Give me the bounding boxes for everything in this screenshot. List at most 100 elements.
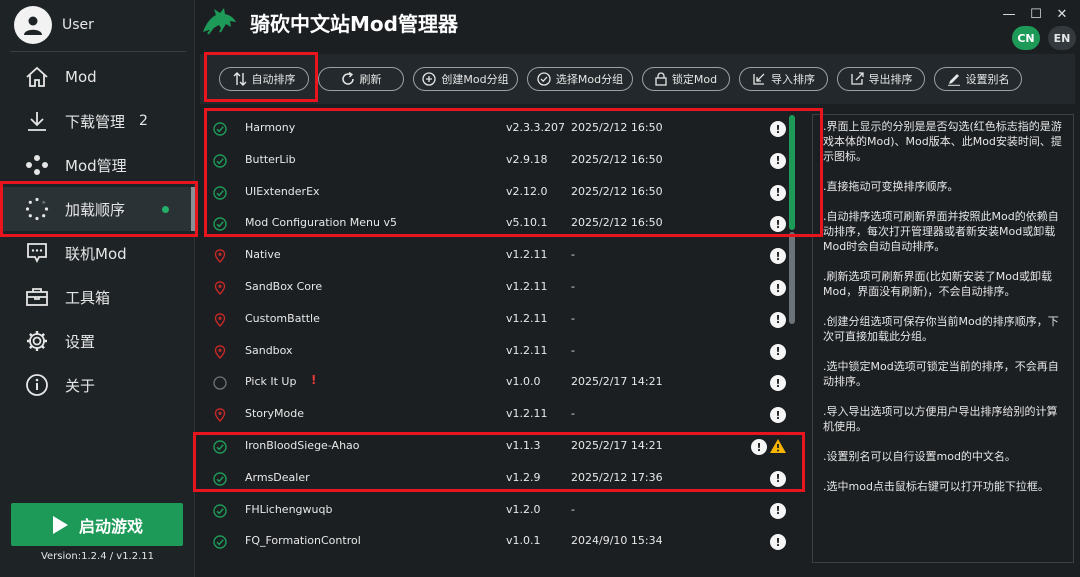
- mod-row[interactable]: Pick It Up! v1.0.0 2025/2/17 14:21!: [207, 367, 803, 399]
- mod-install-date: 2025/2/12 16:50: [571, 152, 663, 166]
- info-icon[interactable]: !: [770, 534, 786, 551]
- warning-icon[interactable]: [769, 438, 787, 454]
- mod-row[interactable]: Native v1.2.11 -!: [207, 240, 803, 272]
- sidebar-divider: [10, 51, 186, 52]
- info-icon[interactable]: !: [770, 502, 786, 519]
- download-icon: [24, 108, 50, 134]
- version-text: Version:1.2.4 / v1.2.11: [40, 551, 155, 562]
- sidebar-item-about[interactable]: 关于: [0, 363, 195, 407]
- mod-name: FQ_FormationControl: [245, 534, 361, 548]
- mod-install-date: -: [571, 343, 575, 357]
- checked-circle-icon[interactable]: [213, 472, 227, 486]
- minimize-button[interactable]: —: [1000, 6, 1018, 22]
- info-icon[interactable]: !: [770, 248, 786, 265]
- mod-row[interactable]: UIExtenderEx v2.12.0 2025/2/12 16:50!: [207, 177, 803, 209]
- gear-icon: [24, 328, 50, 354]
- info-icon[interactable]: !: [770, 407, 786, 424]
- mod-install-date: 2025/2/17 14:21: [571, 375, 663, 389]
- lang-cn-button[interactable]: CN: [1012, 26, 1040, 50]
- sort-icon: [233, 72, 246, 86]
- mod-install-date: 2025/2/12 16:50: [571, 216, 663, 230]
- mod-install-date: -: [571, 248, 575, 262]
- start-game-button[interactable]: 启动游戏: [11, 503, 183, 546]
- lang-en-button[interactable]: EN: [1048, 26, 1076, 50]
- sidebar-item-mod-manage[interactable]: Mod管理: [0, 143, 195, 187]
- checked-circle-icon[interactable]: [213, 122, 227, 136]
- mod-name: Harmony: [245, 121, 296, 134]
- import-order-button[interactable]: 导入排序: [739, 67, 828, 91]
- sidebar-item-label: Mod管理: [65, 156, 127, 175]
- info-icon[interactable]: !: [770, 152, 786, 169]
- info-icon[interactable]: !: [770, 375, 786, 392]
- mod-row[interactable]: Mod Configuration Menu v5 v5.10.1 2025/2/1…: [207, 208, 803, 240]
- mod-version: v1.2.9: [506, 470, 541, 484]
- create-group-button[interactable]: 创建Mod分组: [413, 67, 518, 91]
- mod-row[interactable]: ButterLib v2.9.18 2025/2/12 16:50!: [207, 145, 803, 177]
- user-profile[interactable]: User: [14, 6, 94, 44]
- maximize-button[interactable]: ☐: [1027, 6, 1045, 22]
- mod-row[interactable]: Sandbox v1.2.11 -!: [207, 336, 803, 368]
- check-circle-icon: [537, 72, 551, 86]
- sidebar-item-settings[interactable]: 设置: [0, 319, 195, 363]
- info-icon[interactable]: !: [770, 216, 786, 233]
- lock-icon: [655, 72, 667, 86]
- export-order-label: 导出排序: [868, 73, 913, 86]
- mods-icon: [24, 152, 50, 178]
- lock-mod-button[interactable]: 锁定Mod: [642, 67, 730, 91]
- sidebar-item-download[interactable]: 下载管理 2: [0, 99, 195, 143]
- checked-circle-icon[interactable]: [213, 440, 227, 454]
- mod-row[interactable]: IronBloodSiege-Ahao v1.1.3 2025/2/17 14:21…: [207, 431, 803, 463]
- info-icon[interactable]: !: [770, 280, 786, 296]
- scroll-thumb[interactable]: [789, 115, 795, 230]
- info-icon[interactable]: !: [770, 311, 786, 328]
- sidebar-item-label: Mod: [65, 68, 97, 86]
- mod-install-date: 2025/2/12 16:50: [571, 121, 663, 134]
- mod-list[interactable]: Harmony v2.3.3.207 2025/2/12 16:50! ButterL…: [207, 113, 803, 573]
- official-mod-marker-icon: [214, 249, 226, 264]
- mod-install-date: -: [571, 280, 575, 293]
- user-name: User: [62, 17, 94, 33]
- mod-row[interactable]: ArmsDealer v1.2.9 2025/2/12 17:36!: [207, 463, 803, 495]
- unchecked-circle-icon[interactable]: [213, 376, 227, 391]
- avatar[interactable]: [14, 6, 52, 44]
- app-title: 骑砍中文站Mod管理器: [250, 12, 458, 36]
- sidebar-item-toolbox[interactable]: 工具箱: [0, 275, 195, 319]
- sidebar-item-load-order[interactable]: 加载顺序: [0, 187, 195, 231]
- help-paragraph: .刷新选项可刷新界面(比如新安装了Mod或卸载Mod，界面没有刷新)，不会自动排…: [823, 270, 1052, 298]
- sidebar-item-online-mod[interactable]: 联机Mod: [0, 231, 195, 275]
- sidebar-item-label: 下载管理: [65, 112, 126, 131]
- auto-sort-button[interactable]: 自动排序: [219, 67, 309, 91]
- info-icon[interactable]: !: [770, 343, 786, 360]
- import-icon: [753, 73, 765, 85]
- info-icon[interactable]: !: [751, 439, 767, 455]
- checked-circle-icon[interactable]: [213, 154, 227, 168]
- mod-row[interactable]: FQ_FormationControl v1.0.1 2024/9/10 15:34…: [207, 526, 803, 558]
- mod-row[interactable]: CustomBattle v1.2.11 -!: [207, 304, 803, 336]
- mod-row[interactable]: StoryMode v1.2.11 -!: [207, 399, 803, 431]
- import-order-label: 导入排序: [771, 73, 815, 86]
- mod-list-scrollbar[interactable]: [789, 115, 795, 575]
- sidebar-item-label: 关于: [65, 376, 96, 395]
- chat-icon: [24, 240, 50, 266]
- checked-circle-icon[interactable]: [213, 217, 227, 232]
- help-paragraph: .导入导出选项可以方便用户导出排序给别的计算机使用。: [823, 405, 1058, 433]
- info-icon[interactable]: !: [770, 184, 786, 201]
- scroll-thumb-secondary[interactable]: [789, 232, 795, 324]
- mod-row[interactable]: SandBox Core v1.2.11 -!: [207, 272, 803, 304]
- sidebar-item-mod[interactable]: Mod: [0, 55, 195, 99]
- checked-circle-icon[interactable]: [213, 185, 227, 200]
- info-icon[interactable]: !: [770, 470, 786, 487]
- mod-row[interactable]: FHLichengwuqb v1.2.0 -!: [207, 495, 803, 527]
- mod-row[interactable]: Harmony v2.3.3.207 2025/2/12 16:50!: [207, 113, 803, 145]
- refresh-button[interactable]: 刷新: [318, 67, 404, 91]
- mod-version: v1.2.11: [506, 248, 548, 262]
- mod-version: v1.1.3: [506, 439, 541, 452]
- export-order-button[interactable]: 导出排序: [837, 67, 925, 91]
- set-alias-button[interactable]: 设置别名: [934, 67, 1022, 91]
- select-group-button[interactable]: 选择Mod分组: [527, 67, 633, 91]
- checked-circle-icon[interactable]: [213, 503, 227, 518]
- checked-circle-icon[interactable]: [213, 535, 227, 550]
- info-icon[interactable]: !: [770, 121, 786, 137]
- close-button[interactable]: ✕: [1053, 6, 1071, 22]
- mod-name: Mod Configuration Menu v5: [245, 216, 398, 230]
